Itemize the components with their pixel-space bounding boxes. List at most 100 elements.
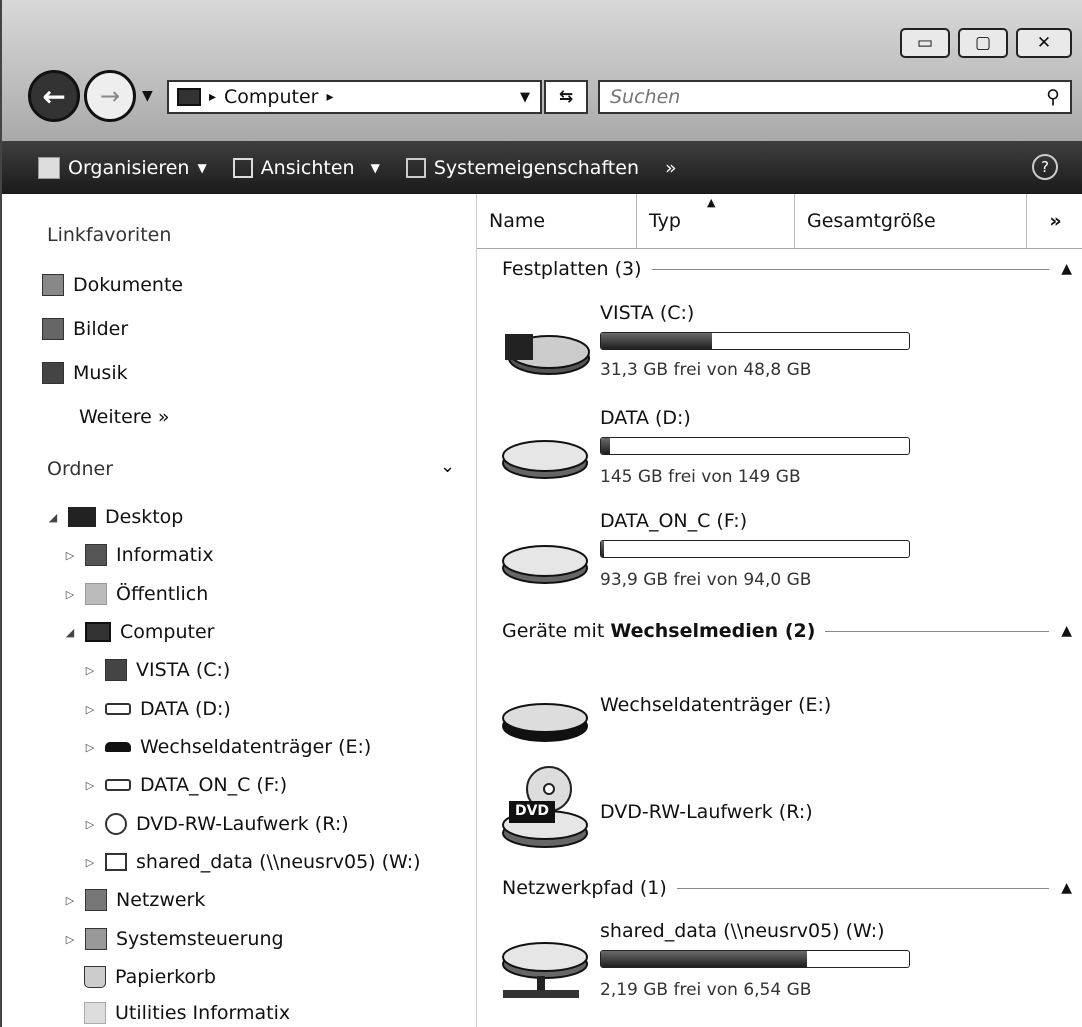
tree-utilities[interactable]: Utilities Informatix [84,1002,290,1024]
search-box[interactable]: ⚲ [598,80,1072,114]
tree-dvd[interactable]: ▷ DVD-RW-Laufwerk (R:) [84,813,349,835]
refresh-button[interactable]: ⇆ [544,80,588,114]
more-commands-button[interactable]: » [665,157,677,179]
drive-data-on-c[interactable]: DATA_ON_C (F:) 93,9 GB frei von 94,0 GB [497,508,1017,608]
breadcrumb-separator[interactable]: ▸ [326,89,333,105]
tree-label: Papierkorb [115,966,216,988]
collapse-chevron-icon[interactable]: ▲ [1061,261,1072,277]
drive-name: VISTA (C:) [600,302,695,324]
tree-data-on-c[interactable]: ▷ DATA_ON_C (F:) [84,774,287,796]
tree-label: DVD-RW-Laufwerk (R:) [136,813,349,835]
back-button[interactable]: ← [28,70,80,122]
group-divider [676,887,1050,889]
drive-shared[interactable]: shared_data (\\neusrv05) (W:) 2,19 GB fr… [497,918,1017,1018]
expand-triangle-icon[interactable]: ▷ [84,703,96,716]
favorite-pictures[interactable]: Bilder [42,318,128,340]
address-dropdown-icon[interactable]: ▼ [520,90,530,105]
tree-public[interactable]: ▷ Öffentlich [64,583,208,605]
drive-usage-fill [601,951,808,967]
expand-triangle-icon[interactable]: ▷ [84,664,96,677]
drive-vista[interactable]: VISTA (C:) 31,3 GB frei von 48,8 GB [497,300,1017,400]
help-button[interactable]: ? [1032,154,1058,180]
removable-drive-icon [105,742,131,752]
music-icon [42,362,64,384]
drive-name: Wechseldatenträger (E:) [600,694,832,716]
collapse-triangle-icon[interactable]: ◢ [64,626,76,639]
tree-shared[interactable]: ▷ shared_data (\\neusrv05) (W:) [84,851,421,873]
drive-usage-bar [600,437,910,455]
collapse-chevron-icon[interactable]: ▲ [1061,880,1072,896]
group-header-removable[interactable]: Geräte mit Wechselmedien (2) ▲ [502,620,1072,642]
tree-recycle-bin[interactable]: Papierkorb [84,966,216,988]
favorites-more-link[interactable]: Weitere » [79,406,170,428]
tree-desktop[interactable]: ◢ Desktop [47,506,184,528]
expand-triangle-icon[interactable]: ▷ [84,856,96,869]
network-drive-icon [502,942,588,998]
column-headers: Name Typ ▲ Gesamtgröße » [477,194,1082,249]
close-button[interactable]: ✕ [1016,28,1072,58]
expand-triangle-icon[interactable]: ▷ [64,588,76,601]
drive-dvd[interactable]: DVD DVD-RW-Laufwerk (R:) [497,765,1017,855]
group-header-network[interactable]: Netzwerkpfad (1) ▲ [502,877,1072,899]
column-type[interactable]: Typ ▲ [637,194,795,248]
sort-arrow-icon: ▲ [707,196,716,209]
drive-name: DATA_ON_C (F:) [600,510,748,532]
computer-icon [85,622,111,642]
maximize-button[interactable]: ▢ [958,28,1008,58]
expand-triangle-icon[interactable]: ▷ [84,779,96,792]
tree-control-panel[interactable]: ▷ Systemsteuerung [64,928,284,950]
tree-removable[interactable]: ▷ Wechseldatenträger (E:) [84,736,372,758]
public-folder-icon [85,583,107,605]
breadcrumb-computer[interactable]: Computer [224,86,318,108]
tree-informatix[interactable]: ▷ Informatix [64,544,214,566]
minimize-button[interactable]: ▭ [900,28,950,58]
drive-name: DATA (D:) [600,407,691,429]
history-dropdown-icon[interactable]: ▼ [142,88,153,104]
system-properties-button[interactable]: Systemeigenschaften [405,156,639,179]
search-input[interactable] [608,85,1047,109]
group-header-hard-disks[interactable]: Festplatten (3) ▲ [502,258,1072,280]
expand-triangle-icon[interactable]: ▷ [84,741,96,754]
collapse-triangle-icon[interactable]: ◢ [47,511,59,524]
column-total-size[interactable]: Gesamtgröße [795,194,1027,248]
search-icon[interactable]: ⚲ [1046,86,1060,108]
drive-removable[interactable]: Wechseldatenträger (E:) [497,680,1017,760]
drive-free-space: 2,19 GB frei von 6,54 GB [600,980,812,1000]
tree-label: Netzwerk [116,889,206,911]
drive-usage-bar [600,332,910,350]
tree-data[interactable]: ▷ DATA (D:) [84,698,231,720]
address-bar[interactable]: ▸ Computer ▸ ▼ [167,80,542,114]
folder-icon [84,1002,106,1024]
favorite-documents[interactable]: Dokumente [42,274,183,296]
group-label: Netzwerkpfad (1) [502,877,667,899]
arrow-right-icon: → [99,82,121,110]
tree-label: Utilities Informatix [115,1002,291,1024]
tree-computer[interactable]: ◢ Computer [64,621,215,643]
drive-usage-fill [601,438,611,454]
chevron-down-icon[interactable]: ⌄ [440,456,455,477]
views-label: Ansichten [260,156,355,179]
drive-name: DVD-RW-Laufwerk (R:) [600,801,813,823]
pictures-icon [42,318,64,340]
expand-triangle-icon[interactable]: ▷ [64,549,76,562]
favorite-music[interactable]: Musik [42,362,128,384]
views-menu[interactable]: Ansichten ▼ [232,156,380,179]
tree-network[interactable]: ▷ Netzwerk [64,889,205,911]
system-properties-label: Systemeigenschaften [433,156,639,179]
more-columns-button[interactable]: » [1027,194,1082,248]
help-icon: ? [1041,158,1049,176]
expand-triangle-icon[interactable]: ▷ [64,933,76,946]
system-drive-icon [105,659,127,681]
expand-triangle-icon[interactable]: ▷ [64,894,76,907]
tree-vista[interactable]: ▷ VISTA (C:) [84,659,230,681]
organize-menu[interactable]: Organisieren ▼ [38,156,207,179]
pane-divider[interactable] [476,194,477,1027]
group-label: Geräte mit Wechselmedien (2) [502,620,815,642]
collapse-chevron-icon[interactable]: ▲ [1061,623,1072,639]
column-name[interactable]: Name [477,194,637,248]
drive-data[interactable]: DATA (D:) 145 GB frei von 149 GB [497,405,1017,505]
dvd-badge: DVD [514,803,550,819]
forward-button[interactable]: → [84,70,136,122]
expand-triangle-icon[interactable]: ▷ [84,818,96,831]
tree-label: VISTA (C:) [136,659,231,681]
